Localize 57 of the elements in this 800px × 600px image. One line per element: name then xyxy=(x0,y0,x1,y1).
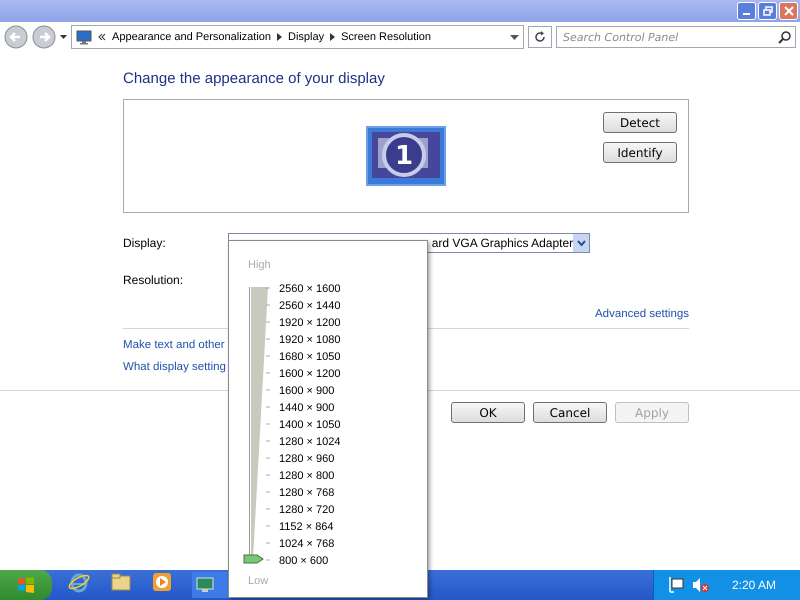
breadcrumb[interactable]: Appearance and Personalization xyxy=(112,31,272,43)
field-label: Resolution: xyxy=(123,273,184,287)
resolution-option[interactable]: 1024 × 768 xyxy=(279,536,340,553)
refresh-button[interactable] xyxy=(528,26,552,48)
resolution-option[interactable]: 1920 × 1200 xyxy=(279,315,340,332)
monitor-button[interactable]: Identify xyxy=(603,142,677,163)
slider-thumb[interactable] xyxy=(243,554,265,564)
chevron-down-icon[interactable] xyxy=(576,240,586,246)
breadcrumb[interactable]: Screen Resolution xyxy=(341,31,431,43)
close-icon[interactable] xyxy=(784,6,794,16)
resolution-option[interactable]: 1600 × 1200 xyxy=(279,366,340,383)
breadcrumb-arrow-icon[interactable] xyxy=(330,33,336,41)
muted-speaker-icon[interactable] xyxy=(692,577,710,593)
start-button[interactable] xyxy=(0,570,52,600)
page-heading: Change the appearance of your display xyxy=(123,70,386,87)
back-icon[interactable] xyxy=(4,25,28,49)
dropdown-arrow-icon[interactable] xyxy=(60,34,67,40)
resolution-option[interactable]: 1280 × 1024 xyxy=(279,434,340,451)
breadcrumb-arrow-icon[interactable] xyxy=(277,33,282,41)
chevron-left-icon[interactable] xyxy=(98,33,106,41)
clock: 2:20 AM xyxy=(732,578,776,592)
resolution-option[interactable]: 1280 × 768 xyxy=(279,485,340,502)
search-icon[interactable] xyxy=(778,30,791,44)
resolution-option[interactable]: 1400 × 1050 xyxy=(279,417,340,434)
monitor-button[interactable]: Detect xyxy=(603,112,677,133)
low-label: Low xyxy=(248,575,268,587)
high-label: High xyxy=(248,259,271,271)
dropdown-arrow-icon[interactable] xyxy=(510,34,519,40)
monitor-icon xyxy=(76,30,92,44)
resolution-option[interactable]: 1680 × 1050 xyxy=(279,349,340,366)
address-bar[interactable]: Appearance and Personalization Display Screen Resolution xyxy=(71,25,524,49)
dialog-button[interactable]: OK xyxy=(451,402,525,423)
field-label: Display: xyxy=(123,236,167,250)
refresh-icon[interactable] xyxy=(534,31,546,43)
search-field[interactable]: Search Control Panel xyxy=(556,26,796,48)
monitor-icon[interactable]: 1 xyxy=(366,126,446,186)
resolution-option[interactable]: 1280 × 800 xyxy=(279,468,340,485)
resolution-option[interactable]: 2560 × 1440 xyxy=(279,298,340,315)
minimize-button[interactable] xyxy=(737,2,756,20)
resolution-option[interactable]: 1920 × 1080 xyxy=(279,332,340,349)
resolution-option[interactable]: 2560 × 1600 xyxy=(279,281,340,298)
help-link[interactable]: What display setting xyxy=(123,361,226,373)
network-icon[interactable] xyxy=(668,576,684,594)
close-button[interactable] xyxy=(779,2,798,20)
restore-icon[interactable] xyxy=(762,6,772,16)
dialog-button[interactable]: Cancel xyxy=(533,402,607,423)
breadcrumb[interactable]: Display xyxy=(288,31,324,43)
help-link[interactable]: Make text and other xyxy=(123,339,225,351)
resolution-option[interactable]: 1280 × 720 xyxy=(279,502,340,519)
restore-button[interactable] xyxy=(758,2,777,20)
advanced-settings-link[interactable]: Advanced settings xyxy=(595,308,689,320)
resolution-option[interactable]: 1152 × 864 xyxy=(279,519,340,536)
monitor-icon xyxy=(196,577,214,593)
resolution-option[interactable]: 1280 × 960 xyxy=(279,451,340,468)
resolution-option[interactable]: 1600 × 900 xyxy=(279,383,340,400)
resolution-option[interactable]: 1440 × 900 xyxy=(279,400,340,417)
resolution-option[interactable]: 800 × 600 xyxy=(279,553,340,570)
